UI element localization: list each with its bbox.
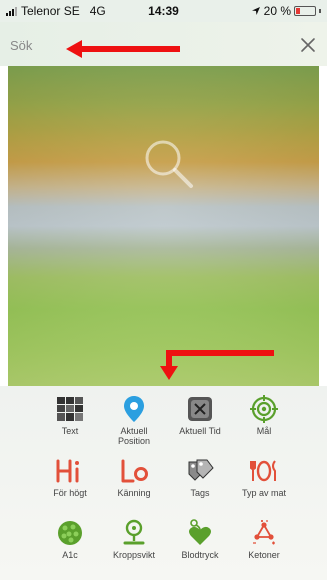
status-bar: Telenor SE 4G 14:39 20 % <box>0 0 327 22</box>
a1c-icon <box>53 518 87 548</box>
scale-icon <box>117 518 151 548</box>
grid-item-label: Blodtryck <box>181 550 219 560</box>
grid-item-label: Tags <box>190 488 210 498</box>
grid-item-label: Känning <box>117 488 151 498</box>
location-pin-icon <box>117 394 151 424</box>
tags-icon <box>183 456 217 486</box>
battery-tip <box>319 9 321 13</box>
annotation-arrow-grid <box>156 346 276 382</box>
grid-item-label: A1c <box>62 550 78 560</box>
battery-percent: 20 % <box>263 4 291 18</box>
grid-item-label: Aktuell Position <box>117 426 151 446</box>
battery-fill <box>296 8 300 14</box>
grid-item-label: Text <box>61 426 79 436</box>
tiles-icon <box>53 394 87 424</box>
grid-item-label: För högt <box>53 488 87 498</box>
search-hero-image <box>8 66 319 386</box>
annotation-arrow-search <box>66 40 180 58</box>
location-arrow-icon <box>251 7 260 15</box>
close-icon <box>301 38 315 52</box>
status-right: 20 % <box>251 4 321 18</box>
ketones-icon <box>247 518 281 548</box>
grid-item-label: Ketoner <box>248 550 280 560</box>
hi-icon <box>53 456 87 486</box>
grid-item-label: Kroppsvikt <box>112 550 156 560</box>
magnifier-icon <box>145 140 193 188</box>
grid-item-label: Aktuell Tid <box>179 426 221 436</box>
grid-item-label: Typ av mat <box>241 488 286 498</box>
target-icon <box>247 394 281 424</box>
grid-item-typ-av-mat[interactable]: Typ av mat <box>224 456 304 516</box>
category-grid: Text Aktuell Position Aktuell Tid Mål Fö… <box>0 386 327 580</box>
battery-icon <box>294 6 316 16</box>
grid-item-mal[interactable]: Mål <box>224 394 304 454</box>
close-button[interactable] <box>295 32 321 58</box>
grid-item-ketoner[interactable]: Ketoner <box>224 518 304 578</box>
blood-pressure-icon <box>183 518 217 548</box>
fork-knife-icon <box>247 456 281 486</box>
clock-tile-icon <box>183 394 217 424</box>
lo-icon <box>117 456 151 486</box>
grid-item-label: Mål <box>256 426 272 436</box>
